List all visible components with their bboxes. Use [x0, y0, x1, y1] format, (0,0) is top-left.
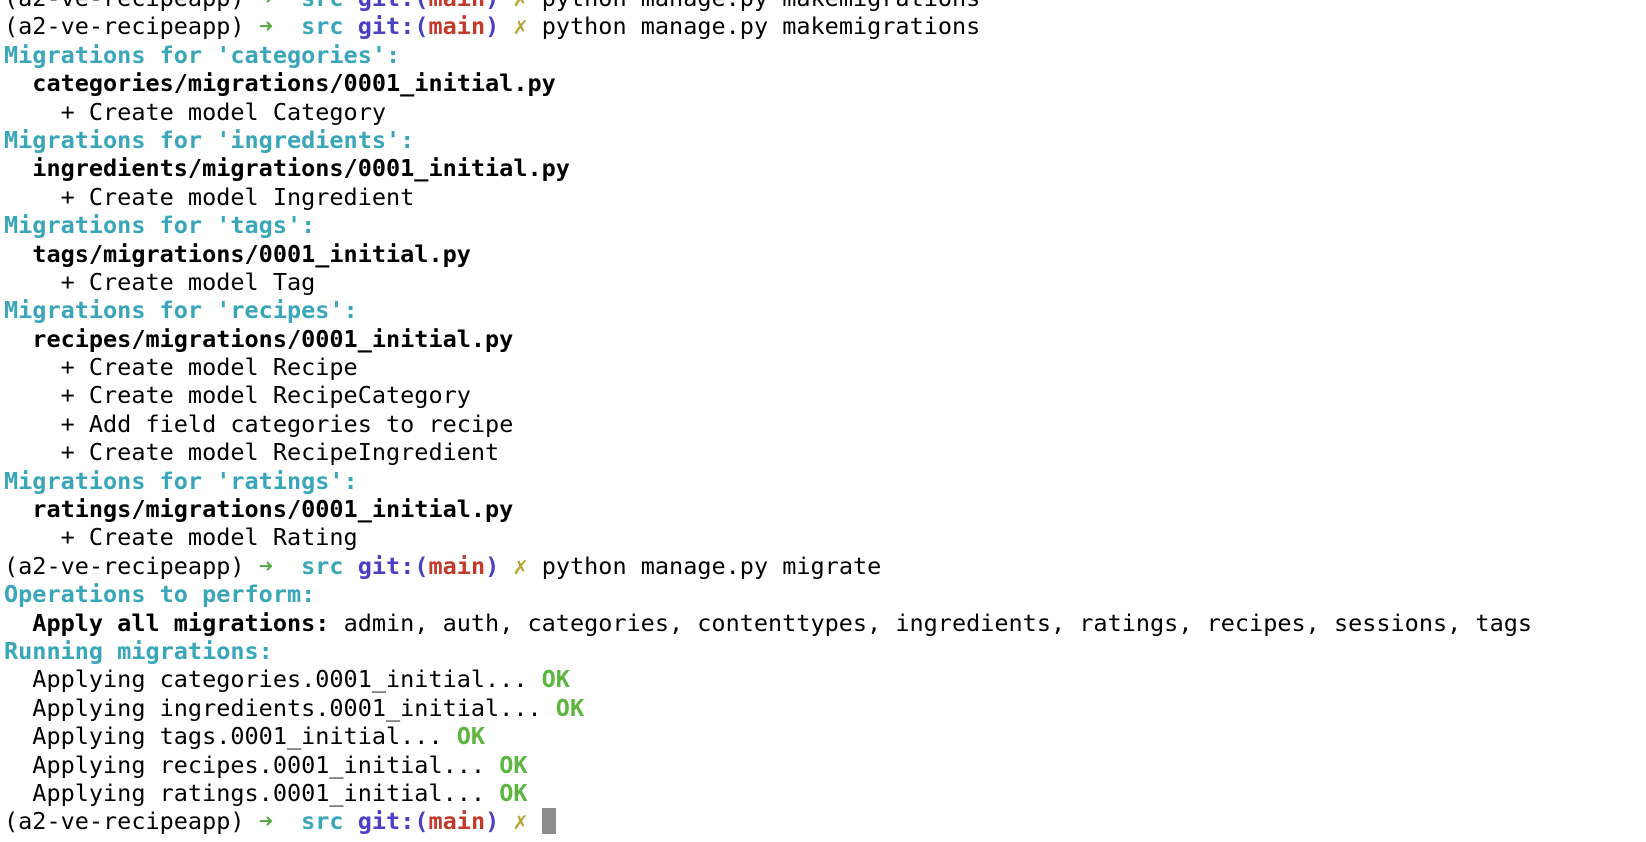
git-dirty-icon: ✗: [513, 12, 528, 41]
migration-file: tags/migrations/0001_initial.py: [4, 240, 1532, 268]
migration-operation-text: + Create model Ingredient: [60, 182, 415, 211]
migration-heading: Migrations for 'recipes':: [4, 296, 1532, 324]
venv-label: (a2-ve-recipeapp): [4, 12, 245, 41]
prompt-line-makemigrations: (a2-ve-recipeapp) ➜ src git:(main) ✗ pyt…: [4, 12, 1532, 40]
migration-operation: + Add field categories to recipe: [4, 410, 1532, 438]
applying-line: Applying categories.0001_initial... OK: [4, 665, 1532, 693]
migration-file: ingredients/migrations/0001_initial.py: [4, 154, 1532, 182]
applying-text: Applying tags.0001_initial...: [32, 722, 443, 751]
applying-line: Applying ingredients.0001_initial... OK: [4, 694, 1532, 722]
prompt-arrow-icon: ➜: [258, 807, 273, 836]
migration-operation-text: + Add field categories to recipe: [60, 409, 514, 438]
current-directory: src: [301, 0, 343, 12]
git-label-close: ): [485, 12, 500, 41]
migration-heading-text: Migrations for 'tags':: [4, 211, 316, 240]
migration-heading-text: Migrations for 'recipes':: [4, 296, 358, 325]
migration-operation: + Create model Rating: [4, 523, 1532, 551]
status-ok: OK: [499, 778, 528, 807]
migration-heading-text: Migrations for 'ratings':: [4, 466, 358, 495]
git-label: git:(: [357, 12, 429, 41]
apply-all-line: Apply all migrations: admin, auth, categ…: [4, 609, 1532, 637]
running-heading-text: Running migrations:: [4, 636, 273, 665]
apply-all-apps: admin, auth, categories, contenttypes, i…: [329, 608, 1533, 637]
migration-file-path: categories/migrations/0001_initial.py: [32, 69, 556, 98]
git-branch: main: [428, 12, 486, 41]
migration-heading-text: Migrations for 'ingredients':: [4, 125, 415, 154]
git-dirty-icon: ✗: [513, 0, 527, 12]
git-branch: main: [428, 807, 486, 836]
applying-line: Applying tags.0001_initial... OK: [4, 722, 1532, 750]
migration-file: ratings/migrations/0001_initial.py: [4, 495, 1532, 523]
status-ok: OK: [499, 750, 528, 779]
prompt-line-current: (a2-ve-recipeapp) ➜ src git:(main) ✗: [4, 807, 1532, 835]
venv-label: (a2-ve-recipeapp): [4, 551, 245, 580]
git-label: git:(: [357, 807, 429, 836]
operations-heading: Operations to perform:: [4, 580, 1532, 608]
git-dirty-icon: ✗: [513, 551, 528, 580]
venv-label: (a2-ve-recipeapp): [4, 0, 245, 12]
migration-operation: + Create model Recipe: [4, 353, 1532, 381]
operations-heading-text: Operations to perform:: [4, 580, 316, 609]
git-label-close: ): [485, 807, 500, 836]
running-heading: Running migrations:: [4, 637, 1532, 665]
applying-text: Applying ratings.0001_initial...: [32, 778, 486, 807]
command-text: python manage.py makemigrations: [541, 12, 981, 41]
migration-heading: Migrations for 'categories':: [4, 41, 1532, 69]
migration-operation: + Create model Ingredient: [4, 183, 1532, 211]
migration-operation-text: + Create model RecipeIngredient: [60, 438, 500, 467]
migration-file-path: recipes/migrations/0001_initial.py: [32, 324, 514, 353]
migration-heading: Migrations for 'ingredients':: [4, 126, 1532, 154]
current-directory: src: [301, 551, 344, 580]
prompt-line-migrate: (a2-ve-recipeapp) ➜ src git:(main) ✗ pyt…: [4, 552, 1532, 580]
current-directory: src: [301, 807, 344, 836]
migration-operation-text: + Create model Tag: [60, 267, 316, 296]
migration-file-path: ratings/migrations/0001_initial.py: [32, 495, 514, 524]
current-directory: src: [301, 12, 344, 41]
migration-heading-text: Migrations for 'categories':: [4, 40, 401, 69]
prompt-arrow-icon: ➜: [258, 551, 273, 580]
status-ok: OK: [555, 693, 585, 722]
git-label-close: ): [485, 0, 499, 12]
migration-operation-text: + Create model Category: [60, 97, 387, 126]
prompt-arrow-icon: ➜: [258, 12, 273, 41]
git-label: git:(: [357, 551, 429, 580]
migration-operation: + Create model RecipeCategory: [4, 381, 1532, 409]
migration-file-path: tags/migrations/0001_initial.py: [32, 239, 471, 268]
migration-heading: Migrations for 'ratings':: [4, 467, 1532, 495]
applying-text: Applying categories.0001_initial...: [32, 665, 528, 694]
migration-operation: + Create model RecipeIngredient: [4, 438, 1532, 466]
migration-operation: + Create model Category: [4, 98, 1532, 126]
command-text: python manage.py makemigrations: [542, 0, 981, 12]
git-dirty-icon: ✗: [513, 807, 528, 836]
migration-file-path: ingredients/migrations/0001_initial.py: [32, 154, 570, 183]
migration-file: recipes/migrations/0001_initial.py: [4, 325, 1532, 353]
command-text: python manage.py migrate: [541, 551, 882, 580]
migration-operation-text: + Create model Recipe: [60, 353, 358, 382]
applying-text: Applying recipes.0001_initial...: [32, 750, 486, 779]
applying-line: Applying ratings.0001_initial... OK: [4, 779, 1532, 807]
migration-operation-text: + Create model Rating: [60, 523, 358, 552]
migration-file: categories/migrations/0001_initial.py: [4, 69, 1532, 97]
git-label-close: ): [485, 551, 500, 580]
applying-text: Applying ingredients.0001_initial...: [32, 693, 542, 722]
terminal-window[interactable]: (a2-ve-recipeapp) ➜ src git:(main) ✗ pyt…: [0, 0, 1646, 842]
migration-heading: Migrations for 'tags':: [4, 211, 1532, 239]
apply-all-label: Apply all migrations:: [32, 608, 330, 637]
migration-operation-text: + Create model RecipeCategory: [60, 381, 471, 410]
git-branch: main: [428, 551, 486, 580]
terminal-cursor[interactable]: [541, 808, 556, 835]
terminal-output: (a2-ve-recipeapp) ➜ src git:(main) ✗ pyt…: [4, 0, 1532, 836]
status-ok: OK: [541, 665, 570, 694]
venv-label: (a2-ve-recipeapp): [4, 807, 245, 836]
migration-operation: + Create model Tag: [4, 268, 1532, 296]
prompt-line-clipped: (a2-ve-recipeapp) ➜ src git:(main) ✗ pyt…: [4, 0, 1532, 12]
status-ok: OK: [456, 722, 486, 751]
git-branch: main: [429, 0, 486, 12]
git-label: git:(: [358, 0, 429, 12]
applying-line: Applying recipes.0001_initial... OK: [4, 751, 1532, 779]
prompt-arrow-icon: ➜: [259, 0, 273, 12]
